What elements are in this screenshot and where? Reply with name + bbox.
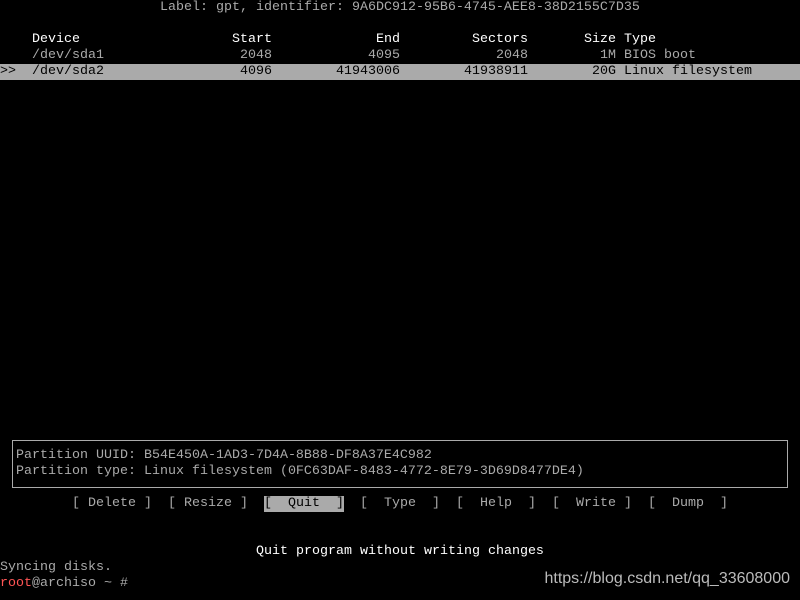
col-device: Device: [32, 32, 80, 47]
cell-sectors: 2048: [496, 48, 528, 63]
menu-button-dump[interactable]: [ Dump ]: [648, 496, 728, 512]
menu-button-resize[interactable]: [ Resize ]: [168, 496, 248, 512]
cell-start: 2048: [240, 48, 272, 63]
cell-sectors: 41938911: [464, 64, 528, 79]
col-start: Start: [232, 32, 272, 47]
col-end: End: [376, 32, 400, 47]
menu-button-help[interactable]: [ Help ]: [456, 496, 536, 512]
prompt-user: root: [0, 576, 32, 591]
cell-start: 4096: [240, 64, 272, 79]
cell-end: 4095: [368, 48, 400, 63]
col-type: Type: [624, 32, 656, 47]
partition-row[interactable]: /dev/sda1 2048 4095 2048 1M BIOS boot: [0, 48, 800, 64]
menu-button-write[interactable]: [ Write ]: [552, 496, 632, 512]
partition-type: Partition type: Linux filesystem (0FC63D…: [16, 464, 584, 479]
col-sectors: Sectors: [472, 32, 528, 47]
menu-button-delete[interactable]: [ Delete ]: [72, 496, 152, 512]
cell-device: /dev/sda1: [32, 48, 104, 63]
menu-hint: Quit program without writing changes: [256, 544, 544, 559]
shell-output: Syncing disks.: [0, 560, 112, 575]
disk-label: Label: gpt, identifier: 9A6DC912-95B6-47…: [160, 0, 640, 15]
watermark: https://blog.csdn.net/qq_33608000: [544, 570, 790, 587]
col-size: Size: [584, 32, 616, 47]
menu-button-type[interactable]: [ Type ]: [360, 496, 440, 512]
cell-size: 1M: [600, 48, 616, 63]
partition-row[interactable]: >> /dev/sda2 4096 41943006 41938911 20G Linux …: [0, 64, 800, 80]
cell-device: /dev/sda2: [32, 64, 104, 79]
cell-marker: >>: [0, 64, 16, 79]
cell-type: Linux filesystem: [624, 64, 752, 79]
prompt-host: @archiso ~ #: [32, 576, 128, 591]
menu-button-quit[interactable]: [ Quit ]: [264, 496, 344, 512]
cell-end: 41943006: [336, 64, 400, 79]
cell-type: BIOS boot: [624, 48, 696, 63]
partition-uuid: Partition UUID: B54E450A-1AD3-7D4A-8B88-…: [16, 448, 432, 463]
shell-prompt[interactable]: root@archiso ~ #: [0, 576, 128, 592]
cell-size: 20G: [592, 64, 616, 79]
